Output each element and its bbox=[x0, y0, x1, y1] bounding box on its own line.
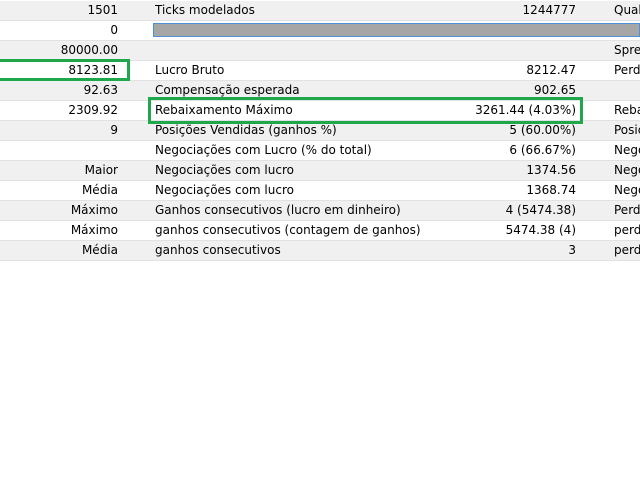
max-consecutive-wins-money-label: Ganhos consecutivos (lucro em dinheiro) bbox=[155, 203, 401, 217]
absolute-drawdown-value: 2309.92 bbox=[68, 103, 118, 117]
total-trades-value: 9 bbox=[110, 123, 118, 137]
largest-profit-trade-label: Negociações com lucro bbox=[155, 163, 294, 177]
table-row: 80000.00 Spread bbox=[0, 41, 640, 61]
long-positions-label: Posições bbox=[614, 123, 640, 137]
table-row: Média ganhos consecutivos 3 perdas bbox=[0, 241, 640, 261]
gross-profit-value: 8212.47 bbox=[526, 63, 576, 77]
average-profit-trade-value: 1368.74 bbox=[526, 183, 576, 197]
profit-trades-value: 6 (66.67%) bbox=[509, 143, 576, 157]
average-loss-trade-label: Negociações bbox=[614, 183, 640, 197]
average-consecutive-losses-label: perdas bbox=[614, 243, 640, 257]
table-cell bbox=[155, 41, 455, 60]
bars-value: 1501 bbox=[87, 3, 118, 17]
maximum-label: Máximo bbox=[70, 203, 118, 217]
table-row: Média Negociações com lucro 1368.74 Nego… bbox=[0, 181, 640, 201]
table-row: 0 bbox=[0, 21, 640, 41]
table-row: Negociações com Lucro (% do total) 6 (66… bbox=[0, 141, 640, 161]
spread-label: Spread bbox=[614, 43, 640, 57]
ticks-modeled-value: 1244777 bbox=[522, 3, 576, 17]
maximal-drawdown-highlight-box bbox=[148, 97, 583, 124]
table-row: 1501 Ticks modelados 1244777 Qualidade bbox=[0, 1, 640, 21]
max-consecutive-losses-label: Perdas bbox=[614, 203, 640, 217]
largest-label: Maior bbox=[84, 163, 118, 177]
average-profit-trade-label: Negociações com lucro bbox=[155, 183, 294, 197]
initial-deposit-value: 80000.00 bbox=[60, 43, 118, 57]
ticks-modeled-label: Ticks modelados bbox=[155, 3, 255, 17]
maximal-label: Máximo bbox=[70, 223, 118, 237]
average-consecutive-label: Média bbox=[81, 243, 118, 257]
backtest-report-table: 1501 Ticks modelados 1244777 Qualidade 0… bbox=[0, 0, 640, 480]
average-label: Média bbox=[81, 183, 118, 197]
largest-profit-trade-value: 1374.56 bbox=[526, 163, 576, 177]
loss-trades-label: Negociações bbox=[614, 143, 640, 157]
table-cell bbox=[614, 81, 640, 100]
table-row: Maior Negociações com lucro 1374.56 Nego… bbox=[0, 161, 640, 181]
relative-drawdown-label: Rebaixamento bbox=[614, 103, 640, 117]
history-quality-bar bbox=[153, 23, 640, 37]
quality-label: Qualidade bbox=[614, 3, 640, 17]
table-row: Máximo Ganhos consecutivos (lucro em din… bbox=[0, 201, 640, 221]
max-consecutive-profit-count-value: 5474.38 (4) bbox=[505, 223, 576, 237]
gross-loss-label: Perda bbox=[614, 63, 640, 77]
average-consecutive-wins-label: ganhos consecutivos bbox=[155, 243, 281, 257]
largest-loss-trade-label: Negociações bbox=[614, 163, 640, 177]
profit-factor-value: 92.63 bbox=[83, 83, 118, 97]
table-row: 9 Posições Vendidas (ganhos %) 5 (60.00%… bbox=[0, 121, 640, 141]
max-consecutive-loss-count-label: perdas bbox=[614, 223, 640, 237]
errors-value: 0 bbox=[110, 23, 118, 37]
profit-trades-label: Negociações com Lucro (% do total) bbox=[155, 143, 372, 157]
table-cell bbox=[0, 141, 118, 160]
max-consecutive-wins-money-value: 4 (5474.38) bbox=[505, 203, 576, 217]
history-quality-bar-fill bbox=[154, 24, 639, 36]
max-consecutive-profit-count-label: ganhos consecutivos (contagem de ganhos) bbox=[155, 223, 421, 237]
average-consecutive-wins-value: 3 bbox=[568, 243, 576, 257]
table-cell bbox=[420, 41, 576, 60]
gross-profit-label: Lucro Bruto bbox=[155, 63, 225, 77]
net-profit-highlight-box bbox=[0, 59, 130, 81]
table-row: Máximo ganhos consecutivos (contagem de … bbox=[0, 221, 640, 241]
